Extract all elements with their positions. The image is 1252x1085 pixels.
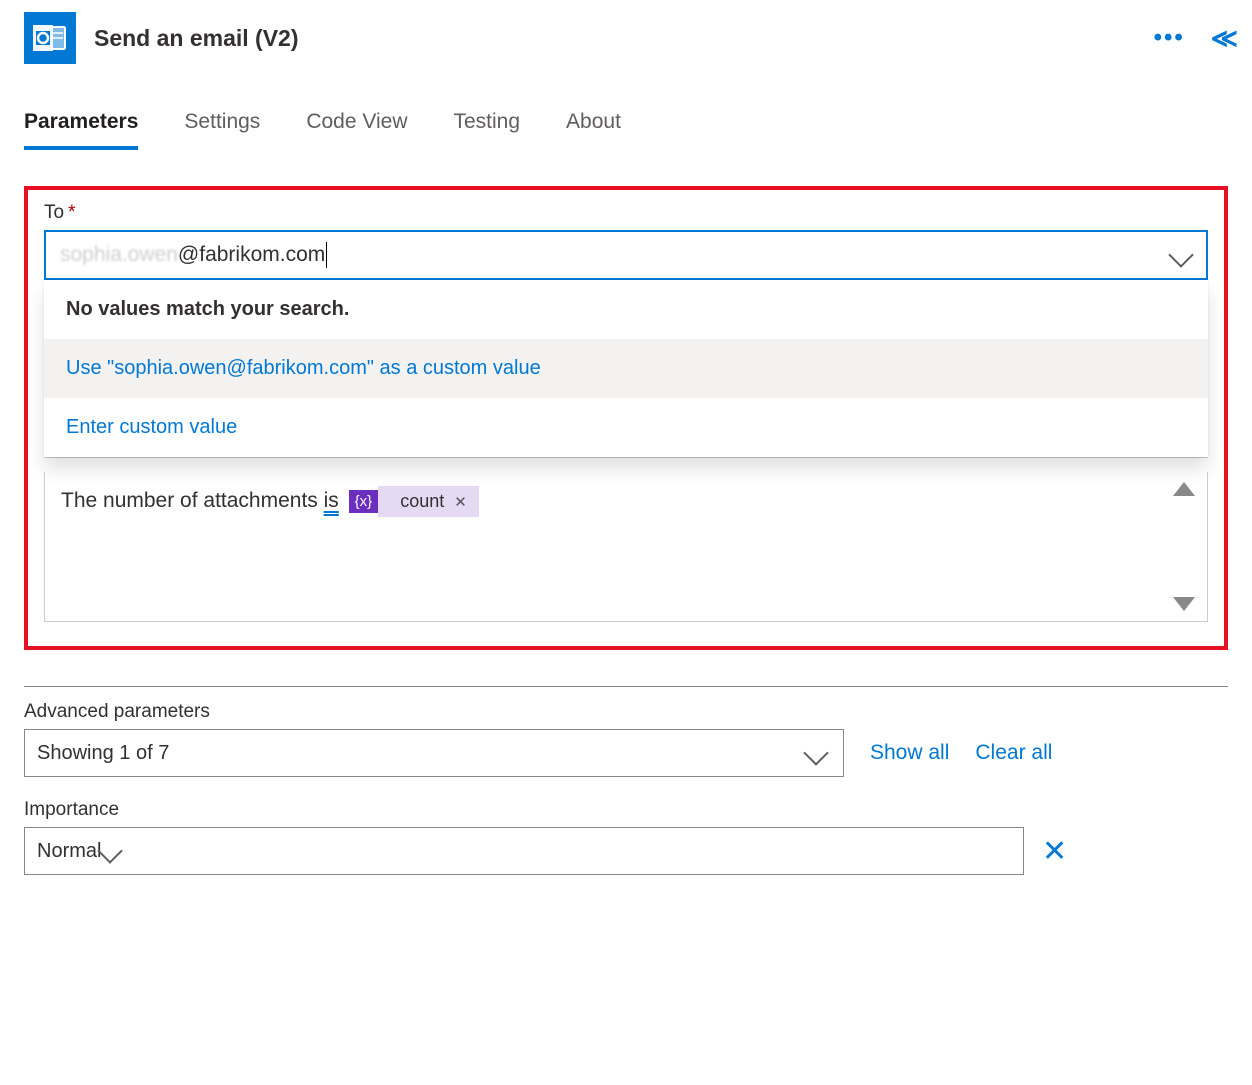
to-value-rest: @fabrikom.com [178, 243, 325, 267]
to-dropdown: No values match your search. Use "sophia… [44, 280, 1208, 457]
advanced-parameters-label: Advanced parameters [24, 701, 1228, 723]
body-editor[interactable]: The number of attachments is {x} count ✕ [44, 472, 1208, 622]
tabs: Parameters Settings Code View Testing Ab… [24, 110, 1228, 150]
expression-token[interactable]: {x} count ✕ [349, 486, 479, 517]
show-all-link[interactable]: Show all [870, 741, 949, 765]
triangle-up-icon[interactable] [1173, 482, 1195, 496]
outlook-icon [24, 12, 76, 64]
body-spinner[interactable] [1167, 482, 1201, 611]
remove-importance-icon[interactable]: ✕ [1042, 834, 1067, 869]
tab-testing[interactable]: Testing [454, 110, 521, 150]
required-asterisk: * [68, 202, 75, 223]
collapse-icon[interactable]: ≪ [1211, 23, 1228, 54]
tab-parameters[interactable]: Parameters [24, 110, 138, 150]
text-caret [326, 242, 327, 268]
token-label: count [400, 491, 444, 512]
triangle-down-icon[interactable] [1173, 597, 1195, 611]
tab-settings[interactable]: Settings [184, 110, 260, 150]
dropdown-no-values: No values match your search. [44, 280, 1208, 339]
body-text-prefix: The number of attachments [61, 489, 324, 512]
advanced-parameters-value: Showing 1 of 7 [37, 742, 169, 765]
body-text-is: is [324, 489, 339, 512]
expression-icon: {x} [349, 490, 379, 513]
to-label: To* [44, 202, 1208, 224]
importance-value: Normal [37, 840, 101, 863]
dropdown-use-custom[interactable]: Use "sophia.owen@fabrikom.com" as a cust… [44, 339, 1208, 398]
to-label-text: To [44, 202, 64, 223]
tab-code-view[interactable]: Code View [306, 110, 407, 150]
more-icon[interactable]: ••• [1154, 26, 1185, 50]
chevron-down-icon[interactable] [1168, 242, 1193, 267]
tab-about[interactable]: About [566, 110, 621, 150]
dropdown-enter-custom[interactable]: Enter custom value [44, 398, 1208, 457]
body-toolbar-remnant [44, 458, 1208, 472]
section-divider [24, 686, 1228, 687]
chevron-down-icon[interactable] [98, 838, 123, 863]
action-title: Send an email (V2) [94, 25, 1136, 52]
clear-all-link[interactable]: Clear all [975, 741, 1052, 765]
importance-select[interactable]: Normal [24, 827, 1024, 875]
chevron-down-icon[interactable] [803, 740, 828, 765]
importance-label: Importance [24, 799, 1228, 821]
highlighted-parameters-area: To* sophia.owen@fabrikom.com No values m… [24, 186, 1228, 650]
token-remove-icon[interactable]: ✕ [454, 493, 467, 511]
to-input[interactable]: sophia.owen@fabrikom.com [44, 230, 1208, 280]
to-value-obscured: sophia.owen [60, 243, 178, 267]
advanced-parameters-select[interactable]: Showing 1 of 7 [24, 729, 844, 777]
body-editor-area: The number of attachments is {x} count ✕ [44, 457, 1208, 622]
